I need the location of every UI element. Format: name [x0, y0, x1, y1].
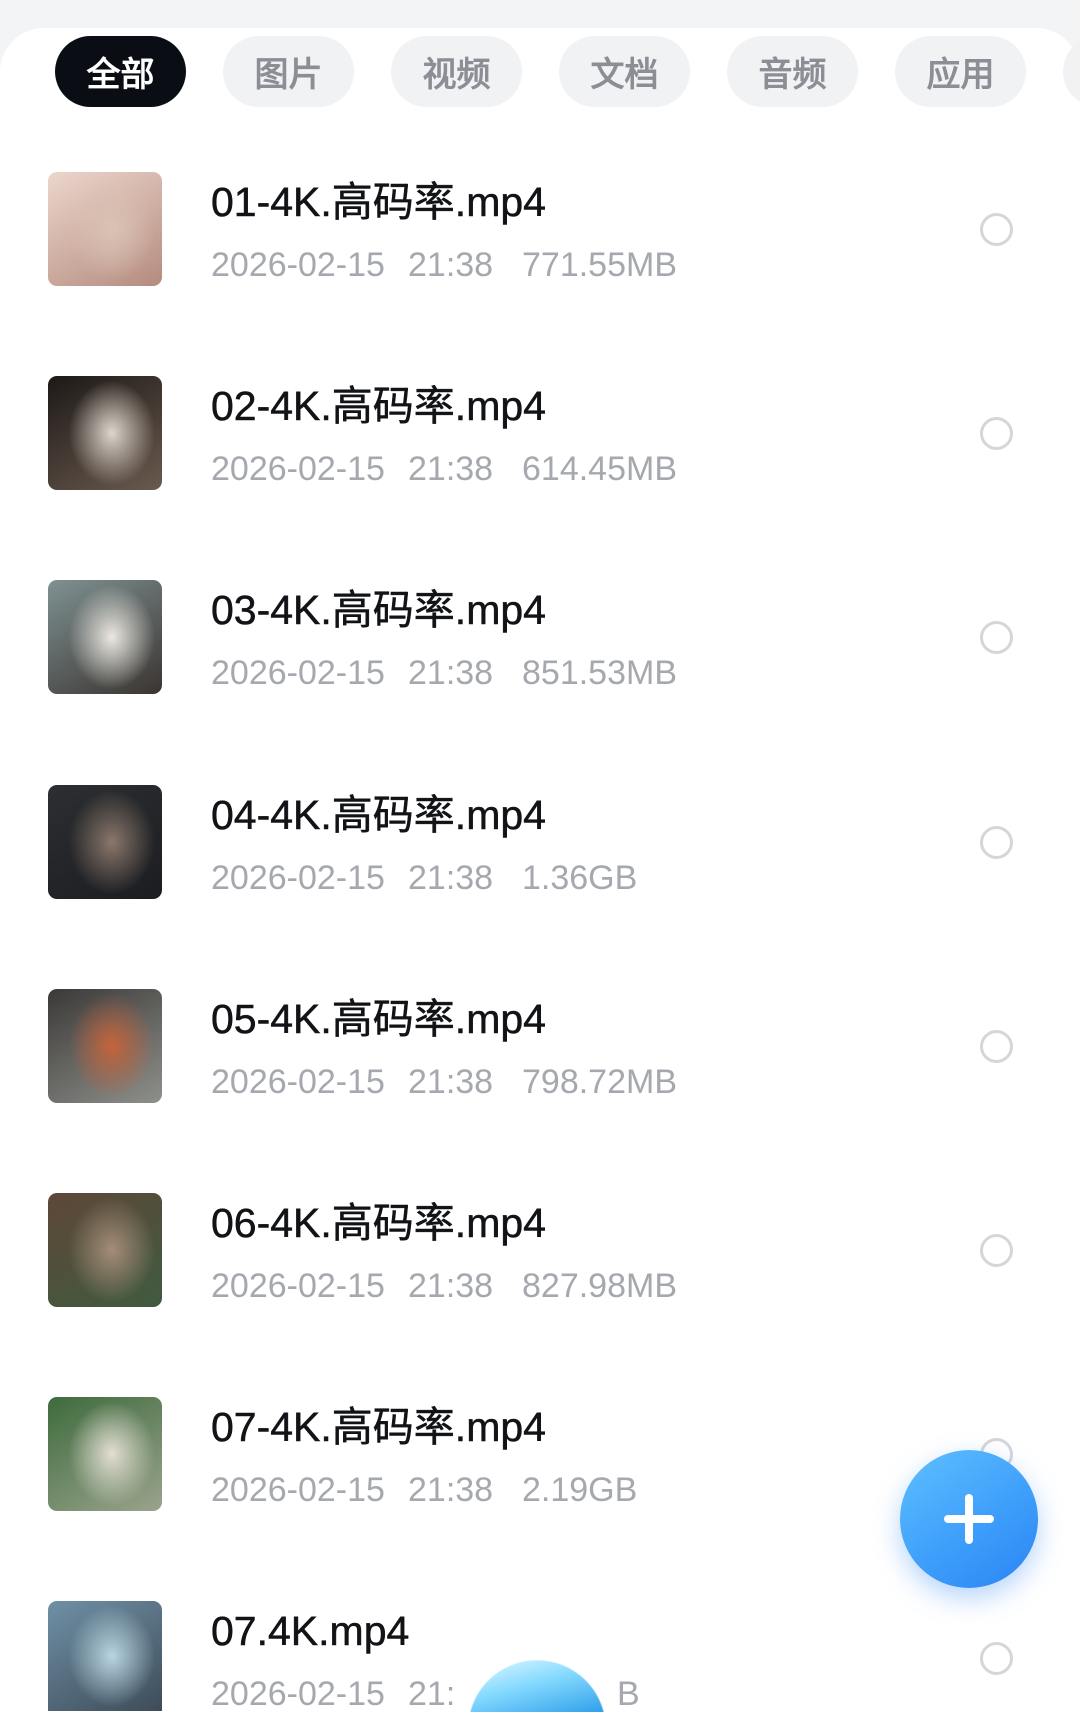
file-name: 02-4K.高码率.mp4: [211, 383, 546, 429]
file-time: 21:: [408, 1675, 456, 1712]
assistant-bubble-icon[interactable]: [468, 1660, 606, 1712]
file-meta: 2026-02-15 21:38 2.19GB: [211, 1473, 771, 1507]
file-name: 07.4K.mp4: [211, 1608, 410, 1654]
file-row[interactable]: 04-4K.高码率.mp4 2026-02-15 21:38 1.36GB: [0, 785, 1080, 899]
file-meta: 2026-02-15 21:38 614.45MB: [211, 452, 771, 486]
file-size: 614.45MB: [522, 450, 677, 488]
file-name: 06-4K.高码率.mp4: [211, 1200, 546, 1246]
file-date: 2026-02-15: [211, 1675, 385, 1712]
file-time: 21:38: [408, 1063, 494, 1101]
file-size: 771.55MB: [522, 246, 677, 284]
select-radio[interactable]: [980, 1030, 1013, 1063]
file-meta: 2026-02-15 21:38 851.53MB: [211, 656, 771, 690]
file-meta: 2026-02-15 21:38 798.72MB: [211, 1065, 771, 1099]
file-browser-screen: 全部 图片 视频 文档 音频 应用 01-4K.高码率.mp4 2026-02-1…: [0, 0, 1080, 1712]
file-name: 01-4K.高码率.mp4: [211, 179, 546, 225]
file-row[interactable]: 06-4K.高码率.mp4 2026-02-15 21:38 827.98MB: [0, 1193, 1080, 1307]
add-button[interactable]: [900, 1450, 1038, 1588]
select-radio[interactable]: [980, 1642, 1013, 1675]
file-date: 2026-02-15: [211, 1471, 385, 1509]
file-size: B: [617, 1675, 640, 1712]
file-name: 05-4K.高码率.mp4: [211, 996, 546, 1042]
file-date: 2026-02-15: [211, 859, 385, 897]
video-thumbnail: [48, 1397, 162, 1511]
file-date: 2026-02-15: [211, 246, 385, 284]
file-time: 21:38: [408, 1471, 494, 1509]
file-time: 21:38: [408, 246, 494, 284]
video-thumbnail: [48, 172, 162, 286]
file-time: 21:38: [408, 654, 494, 692]
file-time: 21:38: [408, 859, 494, 897]
select-radio[interactable]: [980, 417, 1013, 450]
plus-icon: [944, 1494, 994, 1544]
file-size: 1.36GB: [522, 859, 638, 897]
file-list: 01-4K.高码率.mp4 2026-02-15 21:38 771.55MB 02-4…: [0, 0, 1080, 1712]
file-row[interactable]: 05-4K.高码率.mp4 2026-02-15 21:38 798.72MB: [0, 989, 1080, 1103]
video-thumbnail: [48, 376, 162, 490]
plus-icon-bar: [965, 1494, 973, 1544]
select-radio[interactable]: [980, 213, 1013, 246]
select-radio[interactable]: [980, 1234, 1013, 1267]
video-thumbnail: [48, 1193, 162, 1307]
file-size: 798.72MB: [522, 1063, 677, 1101]
file-name: 04-4K.高码率.mp4: [211, 792, 546, 838]
video-thumbnail: [48, 989, 162, 1103]
file-date: 2026-02-15: [211, 1063, 385, 1101]
file-name: 07-4K.高码率.mp4: [211, 1404, 546, 1450]
video-thumbnail: [48, 785, 162, 899]
file-date: 2026-02-15: [211, 1267, 385, 1305]
file-date: 2026-02-15: [211, 654, 385, 692]
file-meta: 2026-02-15 21:38 1.36GB: [211, 861, 771, 895]
file-date: 2026-02-15: [211, 450, 385, 488]
file-size: 827.98MB: [522, 1267, 677, 1305]
file-meta: 2026-02-15 21:38 771.55MB: [211, 248, 771, 282]
video-thumbnail: [48, 580, 162, 694]
file-name: 03-4K.高码率.mp4: [211, 587, 546, 633]
video-thumbnail: [48, 1601, 162, 1711]
file-size: 851.53MB: [522, 654, 677, 692]
file-row[interactable]: 01-4K.高码率.mp4 2026-02-15 21:38 771.55MB: [0, 172, 1080, 286]
file-time: 21:38: [408, 450, 494, 488]
file-meta: 2026-02-15 21:38 827.98MB: [211, 1269, 771, 1303]
file-row[interactable]: 03-4K.高码率.mp4 2026-02-15 21:38 851.53MB: [0, 580, 1080, 694]
file-size: 2.19GB: [522, 1471, 638, 1509]
select-radio[interactable]: [980, 621, 1013, 654]
file-row[interactable]: 02-4K.高码率.mp4 2026-02-15 21:38 614.45MB: [0, 376, 1080, 490]
select-radio[interactable]: [980, 826, 1013, 859]
file-time: 21:38: [408, 1267, 494, 1305]
